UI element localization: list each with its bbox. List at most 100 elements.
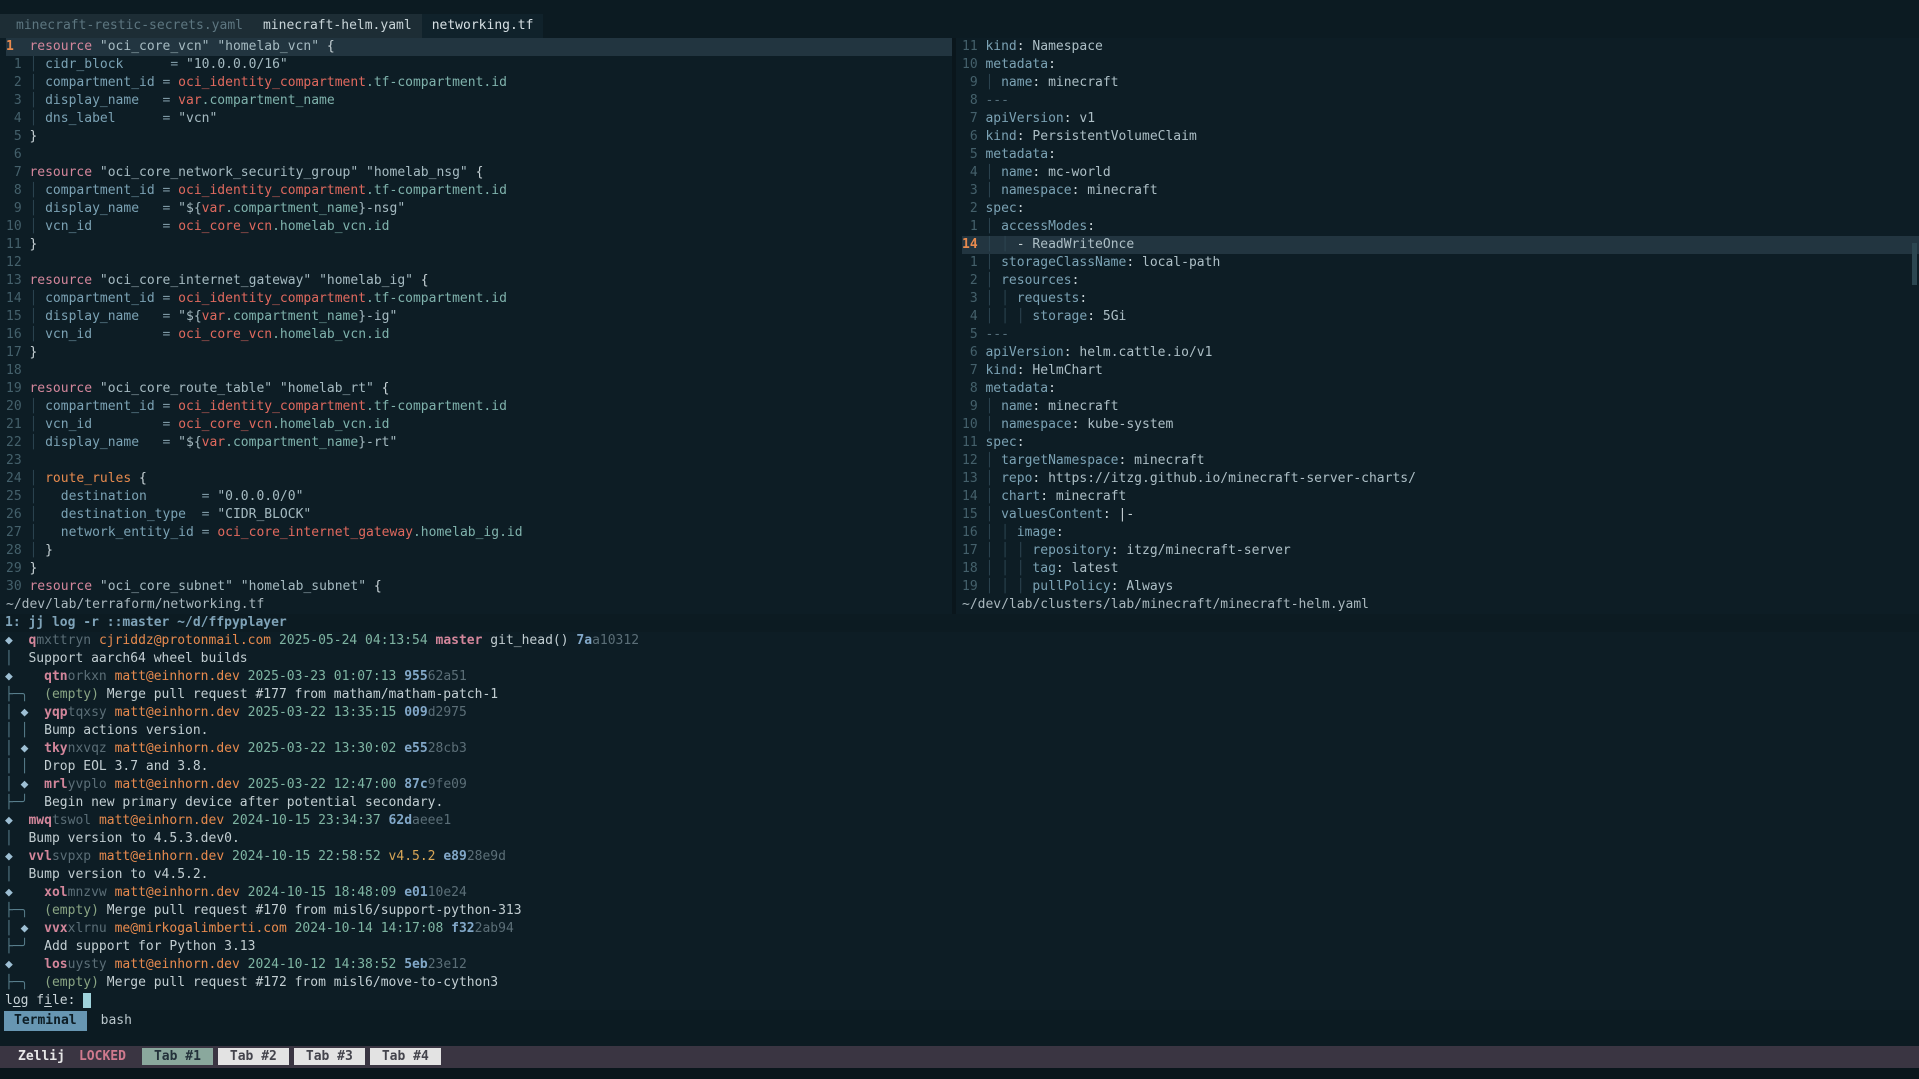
code-line: 15│ display_name = "${var.compartment_na…	[6, 308, 952, 326]
code-line: 10│ vcn_id = oci_core_vcn.homelab_vcn.id	[6, 218, 952, 236]
left-file-path: ~/dev/lab/terraform/networking.tf	[0, 596, 952, 614]
log-row: ◆ vvlsvpxp matt@einhorn.dev 2024-10-15 2…	[5, 848, 1919, 866]
zellij-logo-label: Zellij	[0, 1048, 79, 1066]
log-row: ├─╮ (empty) Merge pull request #170 from…	[5, 902, 1919, 920]
code-line: 1│ accessModes:	[962, 218, 1919, 236]
code-line: 14│ │ - ReadWriteOnce	[962, 236, 1919, 254]
code-line: 24│ route_rules {	[6, 470, 952, 488]
line-number: 10	[962, 416, 985, 434]
code-line: 8│ compartment_id = oci_identity_compart…	[6, 182, 952, 200]
code-line: 10metadata:	[962, 56, 1919, 74]
line-number: 14	[6, 290, 29, 308]
log-row: ├─╮ (empty) Merge pull request #172 from…	[5, 974, 1919, 992]
code-line: 5---	[962, 326, 1919, 344]
terminal-tab-terminal[interactable]: Terminal	[4, 1011, 87, 1031]
code-line: 8---	[962, 92, 1919, 110]
mode-indicator-locked: LOCKED	[79, 1048, 142, 1066]
line-number: 1	[6, 38, 29, 56]
line-number: 3	[962, 290, 985, 308]
prompt-input[interactable]: log file:	[5, 992, 1919, 1010]
line-number: 29	[6, 560, 29, 578]
zellij-tab-1[interactable]: Tab #1	[142, 1048, 213, 1065]
log-row: │ ◆ tkynxvqz matt@einhorn.dev 2025-03-22…	[5, 740, 1919, 758]
line-number: 2	[6, 74, 29, 92]
code-line: 2│ resources:	[962, 272, 1919, 290]
line-number: 14	[962, 488, 985, 506]
line-number: 10	[6, 218, 29, 236]
code-line: 27│ network_entity_id = oci_core_interne…	[6, 524, 952, 542]
code-line: 26│ destination_type = "CIDR_BLOCK"	[6, 506, 952, 524]
code-line: 19resource "oci_core_route_table" "homel…	[6, 380, 952, 398]
line-number: 3	[6, 92, 29, 110]
line-number: 1	[6, 56, 29, 74]
editor-tab-minecraft-helm.yaml[interactable]: minecraft-helm.yaml	[253, 14, 422, 38]
zellij-tab-2[interactable]: Tab #2	[218, 1048, 289, 1065]
line-number: 6	[962, 344, 985, 362]
line-number: 16	[6, 326, 29, 344]
jj-log-output: ◆ qmxttryn cjriddz@protonmail.com 2025-0…	[5, 632, 1919, 992]
log-row: ◆ qmxttryn cjriddz@protonmail.com 2025-0…	[5, 632, 1919, 650]
line-number: 18	[6, 362, 29, 380]
line-number: 23	[6, 452, 29, 470]
log-row: │ │ Drop EOL 3.7 and 3.8.	[5, 758, 1919, 776]
terminal-tab-bash[interactable]: bash	[95, 1011, 138, 1031]
code-line: 13resource "oci_core_internet_gateway" "…	[6, 272, 952, 290]
code-line: 7resource "oci_core_network_security_gro…	[6, 164, 952, 182]
log-row: │ Bump version to v4.5.2.	[5, 866, 1919, 884]
zellij-tab-4[interactable]: Tab #4	[370, 1048, 441, 1065]
code-line: 4│ dns_label = "vcn"	[6, 110, 952, 128]
code-line: 5}	[6, 128, 952, 146]
code-line: 7apiVersion: v1	[962, 110, 1919, 128]
code-line: 3│ namespace: minecraft	[962, 182, 1919, 200]
code-line: 4│ │ │ storage: 5Gi	[962, 308, 1919, 326]
code-line: 9│ name: minecraft	[962, 74, 1919, 92]
code-line: 15│ valuesContent: |-	[962, 506, 1919, 524]
line-number: 19	[6, 380, 29, 398]
line-number: 6	[6, 146, 29, 164]
line-number: 17	[6, 344, 29, 362]
line-number: 5	[962, 326, 985, 344]
editor-pane-networking-tf[interactable]: 1resource "oci_core_vcn" "homelab_vcn" {…	[0, 38, 952, 614]
log-row: ◆ xolmnzvw matt@einhorn.dev 2024-10-15 1…	[5, 884, 1919, 902]
code-line: 1resource "oci_core_vcn" "homelab_vcn" {	[6, 38, 952, 56]
code-line: 18│ │ │ tag: latest	[962, 560, 1919, 578]
zellij-tab-3[interactable]: Tab #3	[294, 1048, 365, 1065]
line-number: 13	[962, 470, 985, 488]
editor-tabs: minecraft-restic-secrets.yamlminecraft-h…	[0, 14, 543, 38]
log-row: ◆ mwqtswol matt@einhorn.dev 2024-10-15 2…	[5, 812, 1919, 830]
editor-pane-minecraft-helm-yaml[interactable]: 11kind: Namespace10metadata:9│ name: min…	[956, 38, 1919, 614]
line-number: 10	[962, 56, 985, 74]
code-line: 5metadata:	[962, 146, 1919, 164]
line-number: 30	[6, 578, 29, 596]
code-line: 2│ compartment_id = oci_identity_compart…	[6, 74, 952, 92]
line-number: 11	[962, 38, 985, 56]
code-line: 12	[6, 254, 952, 272]
terminal-pane[interactable]: ◆ qmxttryn cjriddz@protonmail.com 2025-0…	[0, 632, 1919, 1010]
code-line: 1│ cidr_block = "10.0.0.0/16"	[6, 56, 952, 74]
code-line: 17│ │ │ repository: itzg/minecraft-serve…	[962, 542, 1919, 560]
code-line: 25│ destination = "0.0.0.0/0"	[6, 488, 952, 506]
code-line: 14│ compartment_id = oci_identity_compar…	[6, 290, 952, 308]
line-number: 21	[6, 416, 29, 434]
code-line: 10│ namespace: kube-system	[962, 416, 1919, 434]
line-number: 28	[6, 542, 29, 560]
line-number: 4	[6, 110, 29, 128]
terraform-code: 1resource "oci_core_vcn" "homelab_vcn" {…	[0, 38, 952, 596]
editor-tab-networking.tf[interactable]: networking.tf	[422, 14, 544, 38]
line-number: 3	[962, 182, 985, 200]
gap	[0, 1032, 1919, 1046]
editor-tab-bar: minecraft-restic-secrets.yamlminecraft-h…	[0, 0, 1919, 38]
editor-tab-minecraft-restic-secrets.yaml[interactable]: minecraft-restic-secrets.yaml	[6, 14, 253, 38]
code-line: 20│ compartment_id = oci_identity_compar…	[6, 398, 952, 416]
code-line: 8metadata:	[962, 380, 1919, 398]
code-line: 9│ name: minecraft	[962, 398, 1919, 416]
scrollbar-thumb[interactable]	[1912, 243, 1917, 285]
zellij-screen: minecraft-restic-secrets.yamlminecraft-h…	[0, 0, 1919, 1079]
line-number: 8	[962, 92, 985, 110]
code-line: 9│ display_name = "${var.compartment_nam…	[6, 200, 952, 218]
code-line: 6kind: PersistentVolumeClaim	[962, 128, 1919, 146]
code-line: 18	[6, 362, 952, 380]
line-number: 1	[962, 218, 985, 236]
line-number: 11	[6, 236, 29, 254]
right-file-path: ~/dev/lab/clusters/lab/minecraft/minecra…	[956, 596, 1919, 614]
